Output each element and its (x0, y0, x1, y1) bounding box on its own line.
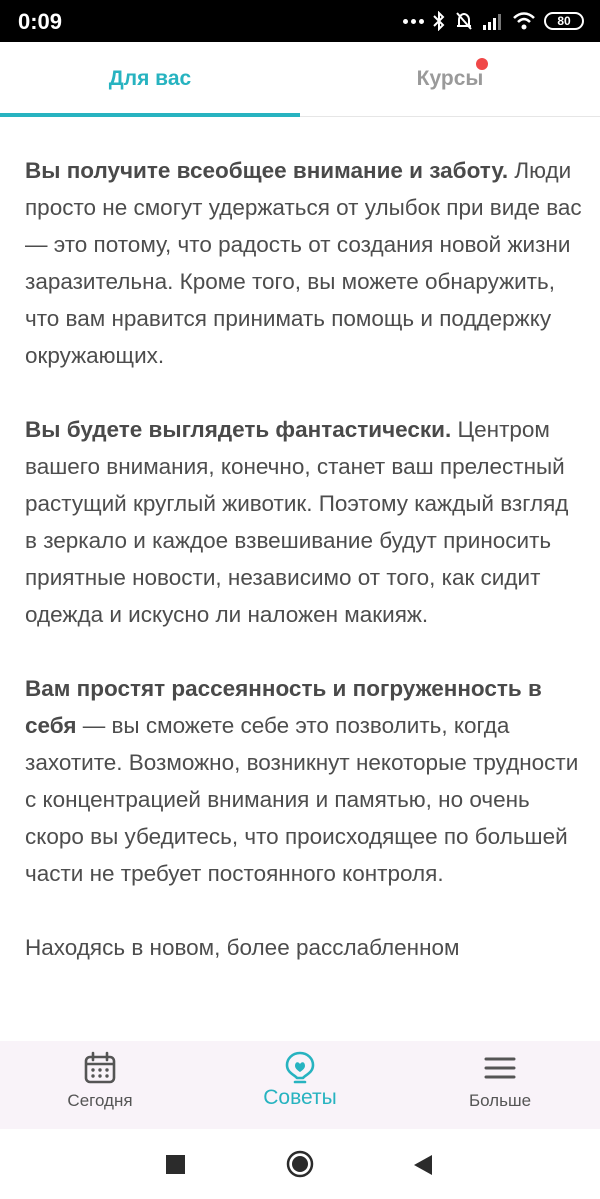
wifi-icon (512, 12, 536, 30)
lightbulb-icon (285, 1051, 315, 1084)
nav-today-label: Сегодня (67, 1091, 133, 1110)
article-paragraph: Вы получите всеобщее внимание и заботу. … (25, 152, 585, 374)
status-icons: 80 (403, 9, 584, 33)
article-paragraph: Находясь в новом, более расслабленном (25, 929, 585, 966)
paragraph-text: Люди просто не смогут удержаться от улыб… (25, 158, 582, 368)
back-button[interactable] (412, 1153, 434, 1177)
more-notifications-icon (403, 18, 424, 24)
signal-icon (482, 12, 504, 30)
nav-advice[interactable]: Советы (200, 1041, 400, 1129)
menu-icon (484, 1057, 516, 1079)
bottom-navigation: Сегодня Советы Больше (0, 1041, 600, 1129)
top-tabs: Для вас Курсы (0, 42, 600, 117)
nav-advice-label: Советы (263, 1086, 337, 1109)
bluetooth-icon (432, 11, 446, 31)
paragraph-text: Находясь в новом, более расслабленном (25, 935, 460, 960)
recents-button[interactable] (166, 1155, 185, 1174)
paragraph-heading: Вы получите всеобщее внимание и заботу. (25, 158, 509, 183)
status-bar: 0:09 80 (0, 0, 600, 42)
paragraph-text: Центром вашего внимания, конечно, станет… (25, 417, 569, 627)
nav-today[interactable]: Сегодня (0, 1041, 200, 1129)
paragraph-heading: Вы будете выглядеть фантастически. (25, 417, 452, 442)
article-content: Вы получите всеобщее внимание и заботу. … (25, 152, 585, 1003)
nav-more[interactable]: Больше (400, 1041, 600, 1129)
article-paragraph: Вам простят рассеянность и погруженность… (25, 670, 585, 892)
notification-dot (476, 58, 488, 70)
tab-courses[interactable]: Курсы (300, 42, 600, 116)
calendar-icon (84, 1051, 116, 1084)
system-navigation-bar (0, 1129, 600, 1199)
nav-more-label: Больше (468, 1091, 532, 1110)
paragraph-text: — вы сможете себе это позволить, когда з… (25, 713, 579, 886)
battery-icon: 80 (544, 12, 584, 30)
home-button[interactable] (286, 1150, 314, 1178)
mute-bell-icon (454, 11, 474, 31)
active-tab-indicator (0, 113, 300, 117)
article-paragraph: Вы будете выглядеть фантастически. Центр… (25, 411, 585, 633)
tab-for-you[interactable]: Для вас (0, 42, 300, 116)
status-time: 0:09 (18, 9, 63, 34)
